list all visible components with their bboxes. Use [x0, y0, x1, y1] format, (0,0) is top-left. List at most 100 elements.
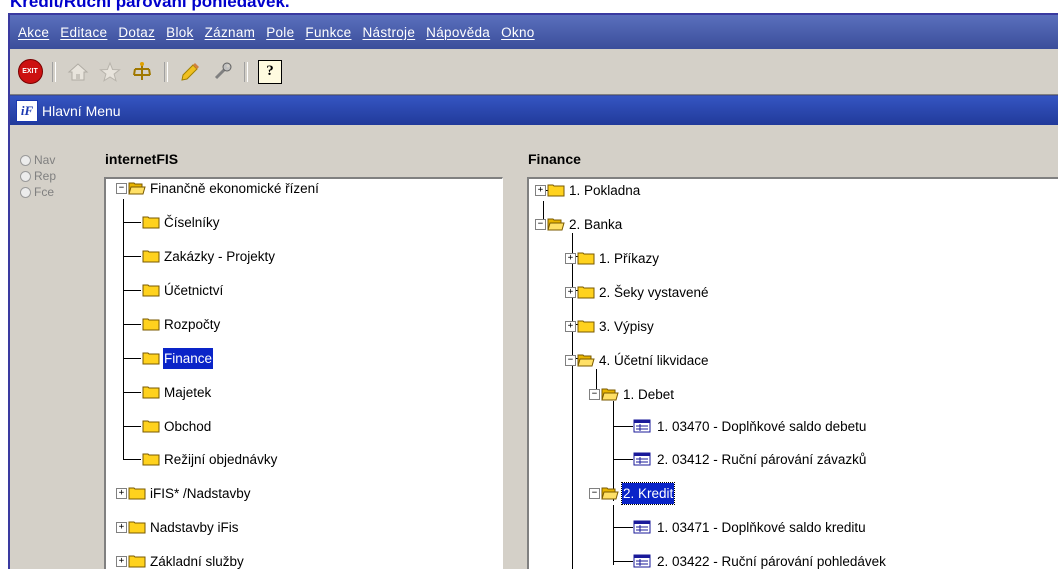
- tree-item[interactable]: + 2. Šeky vystavené: [565, 280, 710, 304]
- folder-icon: [577, 319, 595, 333]
- expand-icon[interactable]: +: [116, 488, 127, 499]
- tree-item-label: 1. Příkazy: [598, 248, 660, 269]
- tree-item[interactable]: + iFIS* /Nadstavby: [116, 481, 252, 505]
- hierarchy-icon: [131, 61, 153, 83]
- tree-item[interactable]: Režijní objednávky: [142, 447, 278, 471]
- tree-item[interactable]: + Nadstavby iFis: [116, 515, 240, 539]
- tree-item-label: 4. Účetní likvidace: [598, 350, 710, 371]
- tree-item-label: Číselníky: [163, 212, 221, 233]
- folder-icon: [577, 285, 595, 299]
- menu-pole[interactable]: Pole: [266, 25, 294, 40]
- folder-icon: [142, 283, 160, 297]
- tree-item[interactable]: + 1. Příkazy: [565, 246, 660, 270]
- tree-item-label: 2. Banka: [568, 214, 623, 235]
- right-tree-panel[interactable]: + 1. Pokladna − 2. Banka + 1. Příkazy + …: [527, 177, 1058, 569]
- tree-item[interactable]: − Finančně ekonomické řízení: [116, 177, 320, 200]
- tree-item-selected[interactable]: Finance: [142, 346, 213, 370]
- tree-item[interactable]: + Základní služby: [116, 549, 245, 569]
- tree-item-label: Majetek: [163, 382, 212, 403]
- help-button[interactable]: ?: [256, 58, 284, 86]
- tree-item-label: 2. 03412 - Ruční párování závazků: [656, 449, 867, 470]
- tree-item-label: Zakázky - Projekty: [163, 246, 276, 267]
- collapse-icon[interactable]: −: [589, 389, 600, 400]
- tree-item[interactable]: Obchod: [142, 414, 212, 438]
- form-icon: [633, 520, 651, 534]
- tree-item-label: 1. 03471 - Doplňkové saldo kreditu: [656, 517, 867, 538]
- menu-funkce[interactable]: Funkce: [305, 25, 351, 40]
- tree-item[interactable]: 2. 03422 - Ruční párování pohledávek: [633, 549, 887, 569]
- window-titlebar: iF Hlavní Menu: [10, 96, 1058, 125]
- tree-item[interactable]: − 2. Banka: [535, 212, 623, 236]
- radio-label: Nav: [34, 153, 55, 167]
- folder-icon: [142, 351, 160, 365]
- app-logo-icon: iF: [16, 100, 38, 122]
- toolbar: EXIT: [10, 49, 1058, 95]
- exit-button[interactable]: EXIT: [16, 58, 44, 86]
- tree-item-label: Obchod: [163, 416, 212, 437]
- toolbar-separator: [52, 62, 56, 82]
- menu-dotaz[interactable]: Dotaz: [118, 25, 155, 40]
- tree-item[interactable]: Zakázky - Projekty: [142, 244, 276, 268]
- tree-item-label: Režijní objednávky: [163, 449, 278, 470]
- folder-icon: [142, 249, 160, 263]
- radio-label: Fce: [34, 185, 54, 199]
- folder-icon: [142, 317, 160, 331]
- tree-button[interactable]: [128, 58, 156, 86]
- open-folder-icon: [601, 486, 619, 500]
- folder-icon: [577, 251, 595, 265]
- collapse-icon[interactable]: −: [589, 488, 600, 499]
- home-button[interactable]: [64, 58, 92, 86]
- radio-icon: [20, 155, 31, 166]
- tree-item[interactable]: 1. 03471 - Doplňkové saldo kreditu: [633, 515, 867, 539]
- settings-button[interactable]: [208, 58, 236, 86]
- radio-label: Rep: [34, 169, 56, 183]
- expand-icon[interactable]: +: [535, 185, 546, 196]
- tree-item[interactable]: 2. 03412 - Ruční párování závazků: [633, 447, 867, 471]
- tool-button[interactable]: [176, 58, 204, 86]
- tree-item[interactable]: − 1. Debet: [589, 382, 675, 406]
- expand-icon[interactable]: +: [565, 253, 576, 264]
- tree-item-label: Finance: [163, 348, 213, 369]
- tree-item[interactable]: − 4. Účetní likvidace: [565, 348, 710, 372]
- menu-blok[interactable]: Blok: [166, 25, 193, 40]
- tree-item[interactable]: + 3. Výpisy: [565, 314, 655, 338]
- pencil-icon: [179, 61, 201, 83]
- tree-item[interactable]: 1. 03470 - Doplňkové saldo debetu: [633, 414, 867, 438]
- wrench-icon: [211, 61, 233, 83]
- tree-item-selected[interactable]: − 2. Kredit: [589, 481, 674, 505]
- form-icon: [633, 452, 651, 466]
- left-tree-panel[interactable]: − Finančně ekonomické řízení Číselníky Z…: [104, 177, 503, 569]
- tree-item[interactable]: Účetnictví: [142, 278, 224, 302]
- open-folder-icon: [547, 217, 565, 231]
- tree-item[interactable]: Číselníky: [142, 210, 221, 234]
- collapse-icon[interactable]: −: [535, 219, 546, 230]
- favorite-button[interactable]: [96, 58, 124, 86]
- menu-napoveda[interactable]: Nápověda: [426, 25, 490, 40]
- expand-icon[interactable]: +: [116, 522, 127, 533]
- menu-zaznam[interactable]: Záznam: [205, 25, 256, 40]
- menu-editace[interactable]: Editace: [60, 25, 107, 40]
- folder-icon: [142, 385, 160, 399]
- left-panel-title: internetFIS: [105, 151, 178, 167]
- radio-icon: [20, 187, 31, 198]
- main-content: Nav Rep Fce internetFIS Finance −: [10, 125, 1058, 569]
- collapse-icon[interactable]: −: [565, 355, 576, 366]
- expand-icon[interactable]: +: [565, 287, 576, 298]
- tree-item-label: 3. Výpisy: [598, 316, 655, 337]
- expand-icon[interactable]: +: [116, 556, 127, 567]
- tree-item[interactable]: Rozpočty: [142, 312, 221, 336]
- expand-icon[interactable]: +: [565, 321, 576, 332]
- radio-rep[interactable]: Rep: [20, 169, 56, 183]
- collapse-icon[interactable]: −: [116, 183, 127, 194]
- folder-icon: [142, 419, 160, 433]
- folder-icon: [128, 520, 146, 534]
- document-heading: Kredit/Ruční párování pohledávek.: [10, 0, 290, 12]
- menu-akce[interactable]: Akce: [18, 25, 49, 40]
- toolbar-separator: [244, 62, 248, 82]
- menu-okno[interactable]: Okno: [501, 25, 534, 40]
- radio-nav[interactable]: Nav: [20, 153, 55, 167]
- menu-nastroje[interactable]: Nástroje: [363, 25, 416, 40]
- tree-item[interactable]: + 1. Pokladna: [535, 178, 641, 202]
- tree-item[interactable]: Majetek: [142, 380, 212, 404]
- radio-fce[interactable]: Fce: [20, 185, 54, 199]
